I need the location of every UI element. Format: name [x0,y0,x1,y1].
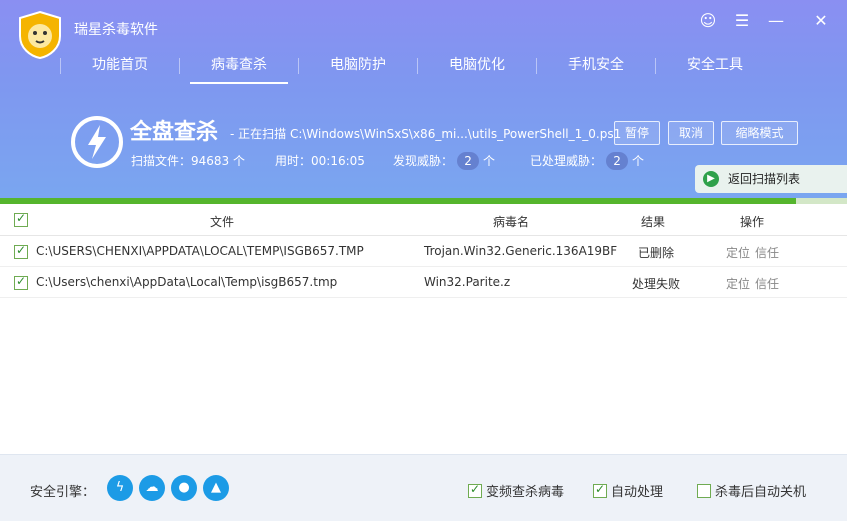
minimize-icon[interactable]: — [763,8,789,34]
column-header-file: 文件 [210,215,235,229]
row-checkbox[interactable]: ✓ [14,243,28,259]
stat-label: 用时： [275,154,312,168]
header-panel: 瑞星杀毒软件 ☺ ☰ — ✕ 功能首页 病毒查杀 电脑防护 电脑优化 手机安全 … [0,0,847,198]
full-scan-icon [71,116,123,168]
stat-unit: 个 [632,154,645,168]
tab-optimize[interactable]: 电脑优化 [418,50,536,82]
menu-icon[interactable]: ☰ [729,8,755,34]
stat-unit: 个 [483,154,496,168]
option-label: 自动处理 [611,485,664,500]
main-nav: 功能首页 病毒查杀 电脑防护 电脑优化 手机安全 安全工具 [60,50,774,84]
option-frequent-scan[interactable]: ✓ 变频查杀病毒 [468,481,564,500]
stat-value: 2 [457,152,480,170]
table-row: ✓ C:\USERS\CHENXI\APPDATA\LOCAL\TEMP\ISG… [0,237,847,267]
table-row: ✓ C:\Users\chenxi\AppData\Local\Temp\isg… [0,268,847,298]
auto-handle-checkbox[interactable]: ✓ [593,482,607,498]
tab-tools[interactable]: 安全工具 [656,50,774,82]
stat-threats-handled: 已处理威胁： 2 个 [530,152,644,170]
footer-bar: 安全引擎： ϟ ☁ ● ▲ ✓ 变频查杀病毒 ✓ 自动处理 杀毒后自动关机 [0,454,847,521]
cancel-button[interactable]: 取消 [668,121,714,145]
trust-link[interactable]: 信任 [755,244,779,261]
column-header-virus: 病毒名 [493,215,530,229]
return-label: 返回扫描列表 [728,172,801,186]
tab-mobile[interactable]: 手机安全 [537,50,655,82]
cloud-icon[interactable]: ☁ [139,475,165,501]
close-icon[interactable]: ✕ [808,8,834,34]
frequent-scan-checkbox[interactable]: ✓ [468,482,482,498]
engine-label: 安全引擎： [30,485,96,500]
recycle-icon[interactable]: ▲ [203,475,229,501]
tab-virus-scan[interactable]: 病毒查杀 [180,50,298,84]
pause-button[interactable]: 暂停 [614,121,660,145]
stat-elapsed-time: 用时：00:16:05 [275,152,365,169]
check-icon: ✓ [470,482,481,496]
stat-value: 00:16:05 [311,154,365,168]
scan-current-path: - 正在扫描 C:\Windows\WinSxS\x86_mi...\utils… [230,127,622,141]
check-icon: ✓ [16,211,27,225]
threat-table: ✓ 文件 病毒名 结果 操作 ✓ C:\USERS\CHENXI\APPDATA… [0,204,847,454]
lion-logo-icon [19,10,61,60]
virus-name: Win32.Parite.z [424,275,511,289]
option-auto-handle[interactable]: ✓ 自动处理 [593,481,663,500]
column-header-action: 操作 [740,215,765,229]
file-path: C:\USERS\CHENXI\APPDATA\LOCAL\TEMP\ISGB6… [36,244,364,258]
stat-label: 已处理威胁： [530,154,603,168]
result: 处理失败 [632,277,681,291]
app-title: 瑞星杀毒软件 [74,22,158,38]
person-icon[interactable]: ● [171,475,197,501]
stat-scanned-files: 扫描文件：94683 个 [131,152,245,169]
mini-mode-button[interactable]: 缩略模式 [721,121,798,145]
return-scan-list-button[interactable]: ▶ 返回扫描列表 [695,165,847,193]
result: 已删除 [638,246,675,260]
table-header: ✓ 文件 病毒名 结果 操作 [0,204,847,236]
scan-title: 全盘查杀 [130,120,219,145]
option-shutdown-after[interactable]: 杀毒后自动关机 [697,481,806,500]
stat-value: 94683 [191,154,230,168]
shutdown-checkbox[interactable] [697,484,711,498]
check-icon: ✓ [595,482,606,496]
option-label: 变频查杀病毒 [486,485,565,500]
row-checkbox[interactable]: ✓ [14,274,28,290]
locate-link[interactable]: 定位 [726,244,750,261]
user-icon[interactable]: ☺ [695,8,721,34]
stat-value: 2 [606,152,629,170]
lightning-icon[interactable]: ϟ [107,475,133,501]
tab-home[interactable]: 功能首页 [61,50,179,82]
option-label: 杀毒后自动关机 [715,485,807,500]
stat-label: 扫描文件： [131,154,192,168]
file-path: C:\Users\chenxi\AppData\Local\Temp\isgB6… [36,275,338,289]
locate-link[interactable]: 定位 [726,275,750,292]
virus-name: Trojan.Win32.Generic.136A19BF [424,244,618,258]
stat-threats-found: 发现威胁： 2 个 [393,152,495,170]
check-icon: ✓ [16,274,27,288]
column-header-result: 结果 [641,215,666,229]
check-icon: ✓ [16,243,27,257]
select-all-checkbox[interactable]: ✓ [14,211,28,227]
tab-protection[interactable]: 电脑防护 [299,50,417,82]
stat-unit: 个 [233,154,246,168]
arrow-right-icon: ▶ [703,171,719,187]
trust-link[interactable]: 信任 [755,275,779,292]
stat-label: 发现威胁： [393,154,454,168]
